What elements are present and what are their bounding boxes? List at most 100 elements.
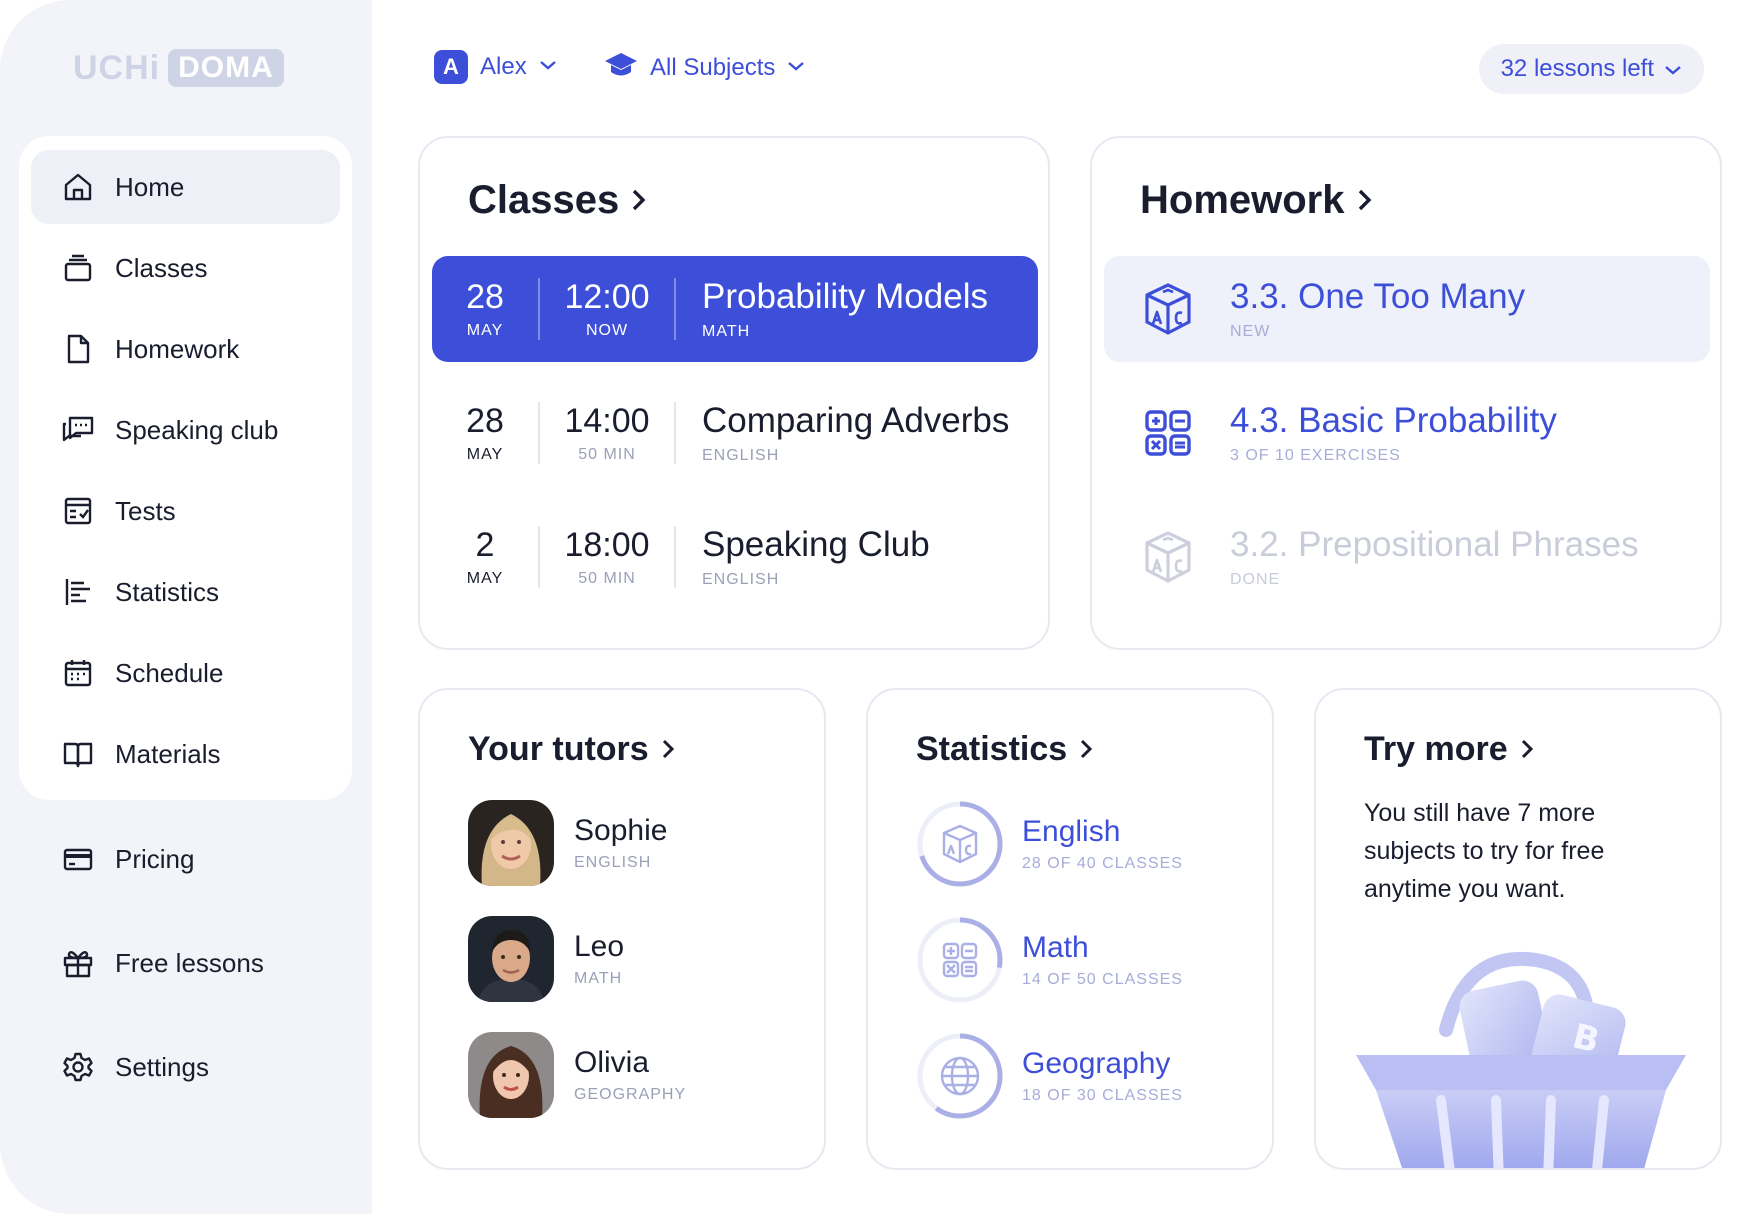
tutor-item[interactable]: Olivia GEOGRAPHY	[468, 1032, 686, 1118]
sidebar-item-label: Settings	[115, 1051, 209, 1082]
class-row[interactable]: 28 MAY 12:00 NOW Probability Models MATH	[432, 256, 1038, 362]
top-bar: A Alex All Subjects 32 lessons left	[434, 44, 1704, 100]
sidebar-item-label: Homework	[115, 333, 240, 364]
sidebar-item-settings[interactable]: Settings	[31, 1030, 209, 1104]
sidebar-item-homework[interactable]: Homework	[31, 312, 340, 386]
gear-icon	[61, 1050, 95, 1084]
class-name: Comparing Adverbs	[702, 401, 1010, 440]
lessons-left-label: 32 lessons left	[1500, 55, 1654, 82]
classes-title: Classes	[468, 178, 620, 222]
tests-icon	[61, 494, 95, 528]
class-day: 28	[466, 402, 504, 440]
user-avatar: A	[434, 50, 468, 84]
class-duration: NOW	[585, 322, 629, 339]
class-row[interactable]: 28 MAY 14:00 50 MIN Comparing Adverbs ENGLI…	[432, 380, 1038, 486]
homework-title-link[interactable]: Homework	[1140, 178, 1373, 223]
app-logo[interactable]: UCHi DOMA	[73, 48, 284, 88]
credit-card-icon	[61, 842, 95, 876]
class-month: MAY	[466, 322, 504, 339]
user-selector[interactable]: A Alex	[434, 50, 557, 84]
schedule-icon	[61, 656, 95, 690]
classes-card: Classes 28 MAY 12:00 NOW Probability Model…	[418, 136, 1050, 650]
subjects-label: All Subjects	[650, 53, 776, 81]
tutor-name: Sophie	[574, 814, 668, 847]
statistics-title: Statistics	[916, 730, 1068, 768]
class-day: 28	[466, 278, 504, 316]
sidebar-item-home[interactable]: Home	[31, 150, 340, 224]
try-more-title-link[interactable]: Try more	[1364, 730, 1534, 769]
homework-status: NEW	[1230, 323, 1271, 340]
try-more-text: You still have 7 more subjects to try fo…	[1364, 799, 1605, 903]
abc-cube-icon	[942, 824, 978, 864]
class-subject: ENGLISH	[702, 571, 780, 588]
class-duration: 50 MIN	[578, 446, 636, 463]
homework-row[interactable]: 4.3. Basic Probability 3 OF 10 EXERCISES	[1104, 380, 1710, 486]
class-row[interactable]: 2 MAY 18:00 50 MIN Speaking Club ENGLISH	[432, 504, 1038, 610]
homework-name: 3.2. Prepositional Phrases	[1230, 525, 1639, 564]
homework-status: DONE	[1230, 571, 1281, 588]
class-duration: 50 MIN	[578, 570, 636, 587]
stat-subject: Geography	[1022, 1047, 1171, 1080]
chevron-down-icon	[539, 58, 557, 76]
lessons-left-button[interactable]: 32 lessons left	[1478, 44, 1704, 94]
tutor-subject: GEOGRAPHY	[574, 1086, 687, 1103]
tutor-name: Leo	[574, 930, 625, 963]
materials-icon	[61, 737, 95, 771]
sidebar-item-materials[interactable]: Materials	[31, 717, 340, 791]
stat-subject: Math	[1022, 931, 1089, 964]
progress-ring	[916, 800, 1004, 888]
sidebar-item-tests[interactable]: Tests	[31, 474, 340, 548]
chevron-right-icon	[631, 178, 647, 223]
sidebar-item-free-lessons[interactable]: Free lessons	[31, 926, 264, 1000]
chevron-right-icon	[1520, 730, 1534, 769]
stat-item[interactable]: Math 14 OF 50 CLASSES	[916, 916, 1183, 1004]
statistics-title-link[interactable]: Statistics	[916, 730, 1093, 769]
homework-name: 3.3. One Too Many	[1230, 277, 1526, 316]
math-operations-icon	[942, 942, 978, 978]
homework-row[interactable]: 3.2. Prepositional Phrases DONE	[1104, 504, 1710, 610]
sidebar-item-speaking-club[interactable]: Speaking club	[31, 393, 340, 467]
stat-progress: 18 OF 30 CLASSES	[1022, 1087, 1183, 1104]
class-name: Probability Models	[702, 277, 988, 316]
chevron-down-icon	[787, 59, 805, 77]
tutors-title: Your tutors	[468, 730, 649, 768]
classes-icon	[61, 251, 95, 285]
statistics-icon	[61, 575, 95, 609]
basket-illustration: B	[1356, 951, 1686, 1168]
stat-progress: 28 OF 40 CLASSES	[1022, 855, 1183, 872]
abc-cube-icon	[1140, 529, 1196, 585]
stat-item[interactable]: English 28 OF 40 CLASSES	[916, 800, 1183, 888]
stat-progress: 14 OF 50 CLASSES	[1022, 971, 1183, 988]
homework-row[interactable]: 3.3. One Too Many NEW	[1104, 256, 1710, 362]
homework-card: Homework 3.3. One Too Many NEW 4.3. Basic…	[1090, 136, 1722, 650]
logo-text: UCHi	[73, 48, 161, 87]
tutor-subject: ENGLISH	[574, 854, 652, 871]
tutor-item[interactable]: Sophie ENGLISH	[468, 800, 667, 886]
gift-icon	[61, 946, 95, 980]
class-subject: MATH	[702, 323, 751, 340]
sidebar-item-label: Free lessons	[115, 947, 264, 978]
sidebar-item-label: Materials	[115, 738, 221, 769]
stat-item[interactable]: Geography 18 OF 30 CLASSES	[916, 1032, 1183, 1120]
tutor-subject: MATH	[574, 970, 623, 987]
classes-title-link[interactable]: Classes	[468, 178, 647, 223]
sidebar-item-classes[interactable]: Classes	[31, 231, 340, 305]
chevron-down-icon	[1664, 55, 1682, 83]
tutor-name: Olivia	[574, 1046, 650, 1079]
try-more-title: Try more	[1364, 730, 1508, 768]
tutors-title-link[interactable]: Your tutors	[468, 730, 675, 769]
sidebar-item-pricing[interactable]: Pricing	[31, 822, 194, 896]
try-more-card: Try more You still have 7 more subjects …	[1314, 688, 1722, 1170]
class-subject: ENGLISH	[702, 447, 780, 464]
abc-cube-icon	[1140, 281, 1196, 337]
sidebar-item-schedule[interactable]: Schedule	[31, 636, 340, 710]
progress-ring	[916, 916, 1004, 1004]
tutor-avatar	[468, 916, 554, 1002]
sidebar-item-label: Classes	[115, 252, 208, 283]
main-nav: Home Classes Homework Speaking club Test…	[19, 136, 352, 800]
subject-selector[interactable]: All Subjects	[604, 50, 805, 85]
sidebar-item-statistics[interactable]: Statistics	[31, 555, 340, 629]
sidebar: UCHi DOMA Home Classes Homework Speaking…	[0, 0, 372, 1214]
tutor-avatar	[468, 1032, 554, 1118]
tutor-item[interactable]: Leo MATH	[468, 916, 624, 1002]
